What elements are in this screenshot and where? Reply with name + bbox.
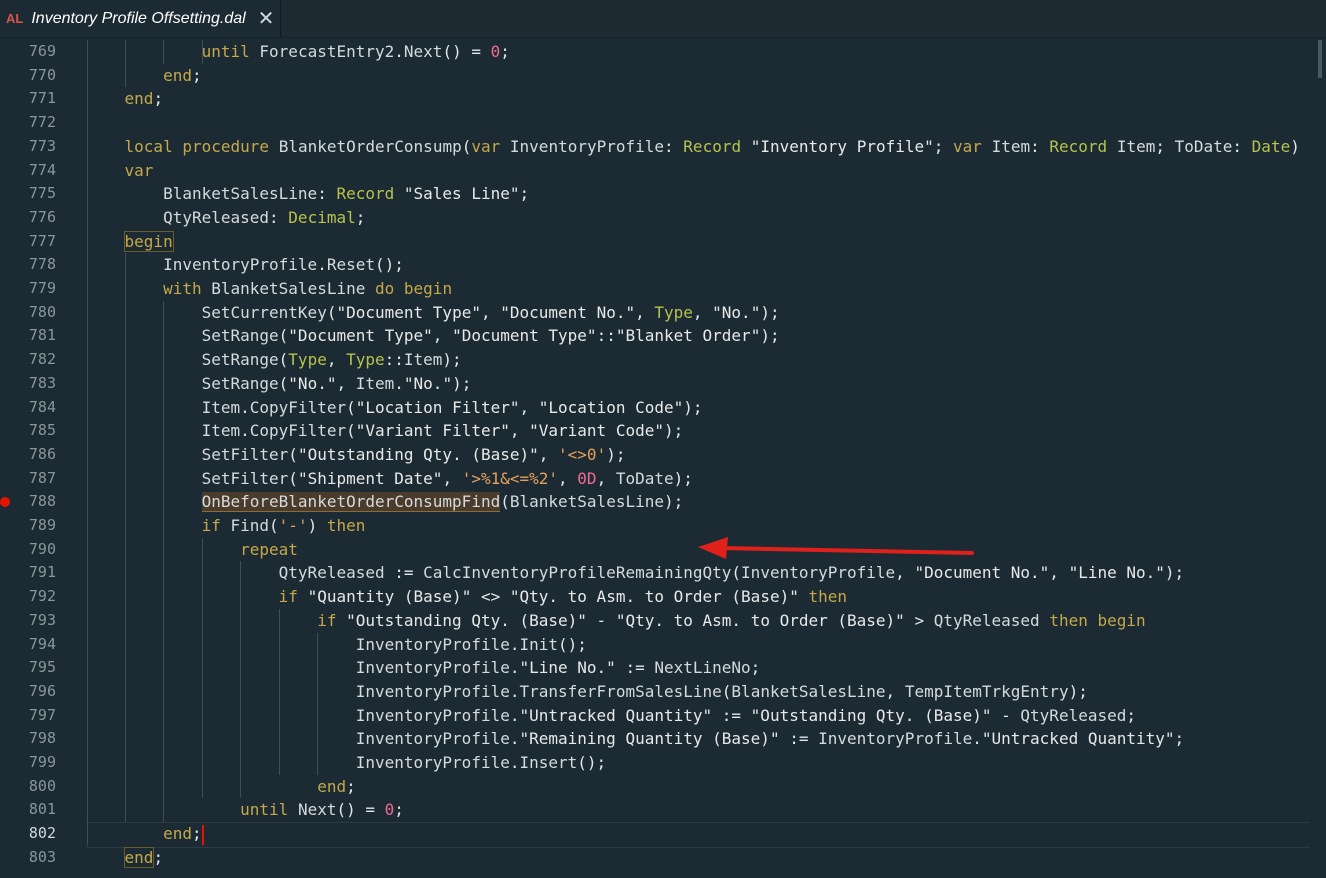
indent-guide	[317, 632, 318, 775]
code-line[interactable]: end;	[86, 775, 356, 799]
code-line[interactable]: SetRange("Document Type", "Document Type…	[86, 324, 780, 348]
line-number[interactable]: 795	[0, 656, 56, 680]
code-line[interactable]: if "Quantity (Base)" <> "Qty. to Asm. to…	[86, 585, 847, 609]
line-number[interactable]: 771	[0, 87, 56, 111]
indent-guide	[125, 253, 126, 823]
code-line[interactable]: SetRange(Type, Type::Item);	[86, 348, 462, 372]
code-line[interactable]: end;	[86, 822, 204, 846]
code-line[interactable]: begin	[86, 230, 174, 254]
code-line[interactable]: OnBeforeBlanketOrderConsumpFind(BlanketS…	[86, 490, 683, 514]
line-number[interactable]: 803	[0, 846, 56, 870]
tab-bar: AL Inventory Profile Offsetting.dal ✕	[0, 0, 1326, 38]
code-line[interactable]: InventoryProfile.Insert();	[86, 751, 606, 775]
line-number[interactable]: 772	[0, 111, 56, 135]
line-number[interactable]: 786	[0, 443, 56, 467]
line-number[interactable]: 778	[0, 253, 56, 277]
vertical-scrollbar[interactable]	[1312, 38, 1326, 878]
line-number[interactable]: 782	[0, 348, 56, 372]
code-line[interactable]: if "Outstanding Qty. (Base)" - "Qty. to …	[86, 609, 1145, 633]
line-number[interactable]: 784	[0, 396, 56, 420]
code-editor[interactable]: I 769 until ForecastEntry2.Next() = 0;77…	[0, 38, 1326, 878]
indent-guide	[125, 40, 126, 88]
line-number[interactable]: 779	[0, 277, 56, 301]
indent-guide	[87, 40, 88, 846]
indent-guide	[163, 300, 164, 823]
scrollbar-thumb[interactable]	[1318, 40, 1322, 78]
line-number[interactable]: 769	[0, 40, 56, 64]
line-number[interactable]: 783	[0, 372, 56, 396]
code-line[interactable]: InventoryProfile.Init();	[86, 633, 587, 657]
code-line[interactable]: QtyReleased := CalcInventoryProfileRemai…	[86, 561, 1185, 585]
code-line[interactable]: local procedure BlanketOrderConsump(var …	[86, 135, 1300, 159]
line-number[interactable]: 774	[0, 159, 56, 183]
indent-guide	[163, 40, 164, 64]
line-number[interactable]: 777	[0, 230, 56, 254]
code-line[interactable]: var	[86, 159, 154, 183]
code-line[interactable]: end;	[86, 64, 202, 88]
line-number[interactable]: 773	[0, 135, 56, 159]
line-number[interactable]: 789	[0, 514, 56, 538]
code-line[interactable]: InventoryProfile."Untracked Quantity" :=…	[86, 704, 1136, 728]
line-number[interactable]: 785	[0, 419, 56, 443]
code-line[interactable]: QtyReleased: Decimal;	[86, 206, 365, 230]
line-number[interactable]: 770	[0, 64, 56, 88]
line-number[interactable]: 780	[0, 301, 56, 325]
code-line[interactable]: Item.CopyFilter("Variant Filter", "Varia…	[86, 419, 684, 443]
line-number[interactable]: 775	[0, 182, 56, 206]
code-line[interactable]: InventoryProfile.TransferFromSalesLine(B…	[86, 680, 1088, 704]
code-line[interactable]: if Find('-') then	[86, 514, 366, 538]
line-number[interactable]: 796	[0, 680, 56, 704]
code-line[interactable]: InventoryProfile."Remaining Quantity (Ba…	[86, 727, 1184, 751]
indent-guide	[202, 40, 203, 64]
line-number[interactable]: 787	[0, 467, 56, 491]
code-line[interactable]: SetCurrentKey("Document Type", "Document…	[86, 301, 780, 325]
line-number[interactable]: 800	[0, 775, 56, 799]
text-caret	[201, 824, 204, 845]
line-number[interactable]: 781	[0, 324, 56, 348]
al-language-icon: AL	[6, 11, 24, 26]
code-line[interactable]: until ForecastEntry2.Next() = 0;	[86, 40, 510, 64]
code-line[interactable]: end;	[86, 846, 163, 870]
code-line[interactable]: InventoryProfile.Reset();	[86, 253, 404, 277]
code-line[interactable]: SetFilter("Shipment Date", '>%1&<=%2', 0…	[86, 467, 693, 491]
editor-tab[interactable]: AL Inventory Profile Offsetting.dal ✕	[0, 0, 281, 37]
line-number[interactable]: 793	[0, 609, 56, 633]
code-line[interactable]: until Next() = 0;	[86, 798, 404, 822]
close-icon[interactable]: ✕	[258, 9, 275, 29]
code-line[interactable]: repeat	[86, 538, 298, 562]
line-number[interactable]: 790	[0, 538, 56, 562]
code-line[interactable]: BlanketSalesLine: Record "Sales Line";	[86, 182, 529, 206]
line-number[interactable]: 799	[0, 751, 56, 775]
line-number[interactable]: 797	[0, 704, 56, 728]
code-line[interactable]: with BlanketSalesLine do begin	[86, 277, 452, 301]
line-number[interactable]: 791	[0, 561, 56, 585]
code-line[interactable]: InventoryProfile."Line No." := NextLineN…	[86, 656, 761, 680]
line-number[interactable]: 794	[0, 633, 56, 657]
indent-guide	[279, 608, 280, 775]
indent-guide	[240, 561, 241, 799]
line-number[interactable]: 792	[0, 585, 56, 609]
line-number[interactable]: 802	[0, 822, 56, 846]
line-number[interactable]: 801	[0, 798, 56, 822]
current-line-highlight	[86, 822, 1310, 848]
tab-title[interactable]: Inventory Profile Offsetting.dal	[31, 10, 245, 28]
line-number[interactable]: 798	[0, 727, 56, 751]
code-line[interactable]: Item.CopyFilter("Location Filter", "Loca…	[86, 396, 703, 420]
line-number[interactable]: 776	[0, 206, 56, 230]
code-line[interactable]: end;	[86, 87, 164, 111]
indent-guide	[202, 537, 203, 799]
code-line[interactable]: SetRange("No.", Item."No.");	[86, 372, 472, 396]
code-line[interactable]: SetFilter("Outstanding Qty. (Base)", '<>…	[86, 443, 626, 467]
